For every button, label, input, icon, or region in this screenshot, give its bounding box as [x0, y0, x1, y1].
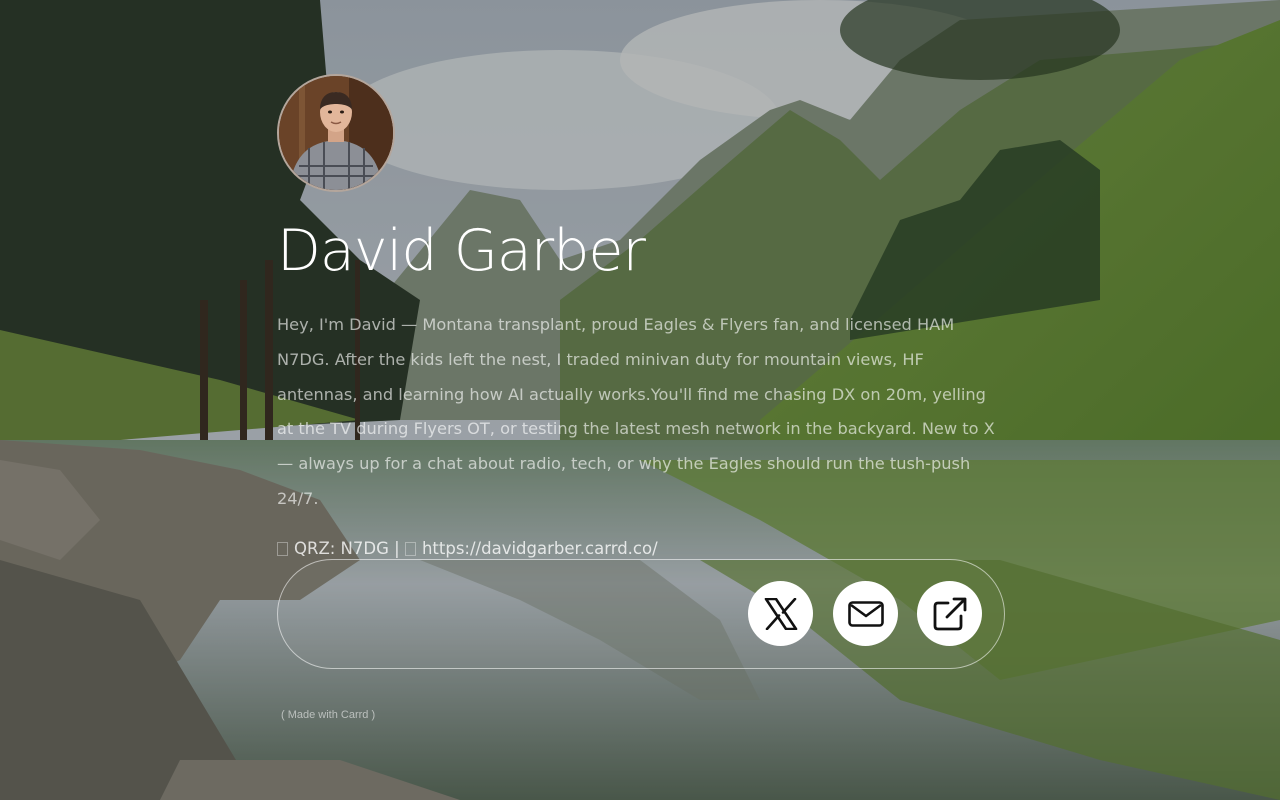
email-button[interactable]	[833, 581, 898, 646]
website-link[interactable]: https://davidgarber.carrd.co/	[422, 539, 658, 558]
x-logo-icon	[764, 597, 797, 630]
social-links-bar	[277, 559, 1005, 669]
profile-card: David Garber Hey, I'm David — Montana tr…	[277, 74, 1007, 721]
qrz-link[interactable]: QRZ: N7DG	[294, 539, 389, 558]
made-with-carrd-link[interactable]: ( Made with Carrd )	[281, 709, 375, 721]
globe-icon	[404, 541, 416, 556]
radio-icon	[277, 541, 288, 556]
avatar	[277, 74, 395, 192]
external-link-button[interactable]	[917, 581, 982, 646]
contact-links: QRZ: N7DG | https://davidgarber.carrd.co…	[277, 539, 1007, 558]
bio-text: Hey, I'm David — Montana transplant, pro…	[277, 315, 995, 508]
link-separator: |	[394, 538, 400, 558]
page-title: David Garber	[277, 218, 646, 284]
external-link-icon	[933, 597, 966, 630]
envelope-icon	[847, 600, 884, 627]
x-profile-button[interactable]	[748, 581, 813, 646]
